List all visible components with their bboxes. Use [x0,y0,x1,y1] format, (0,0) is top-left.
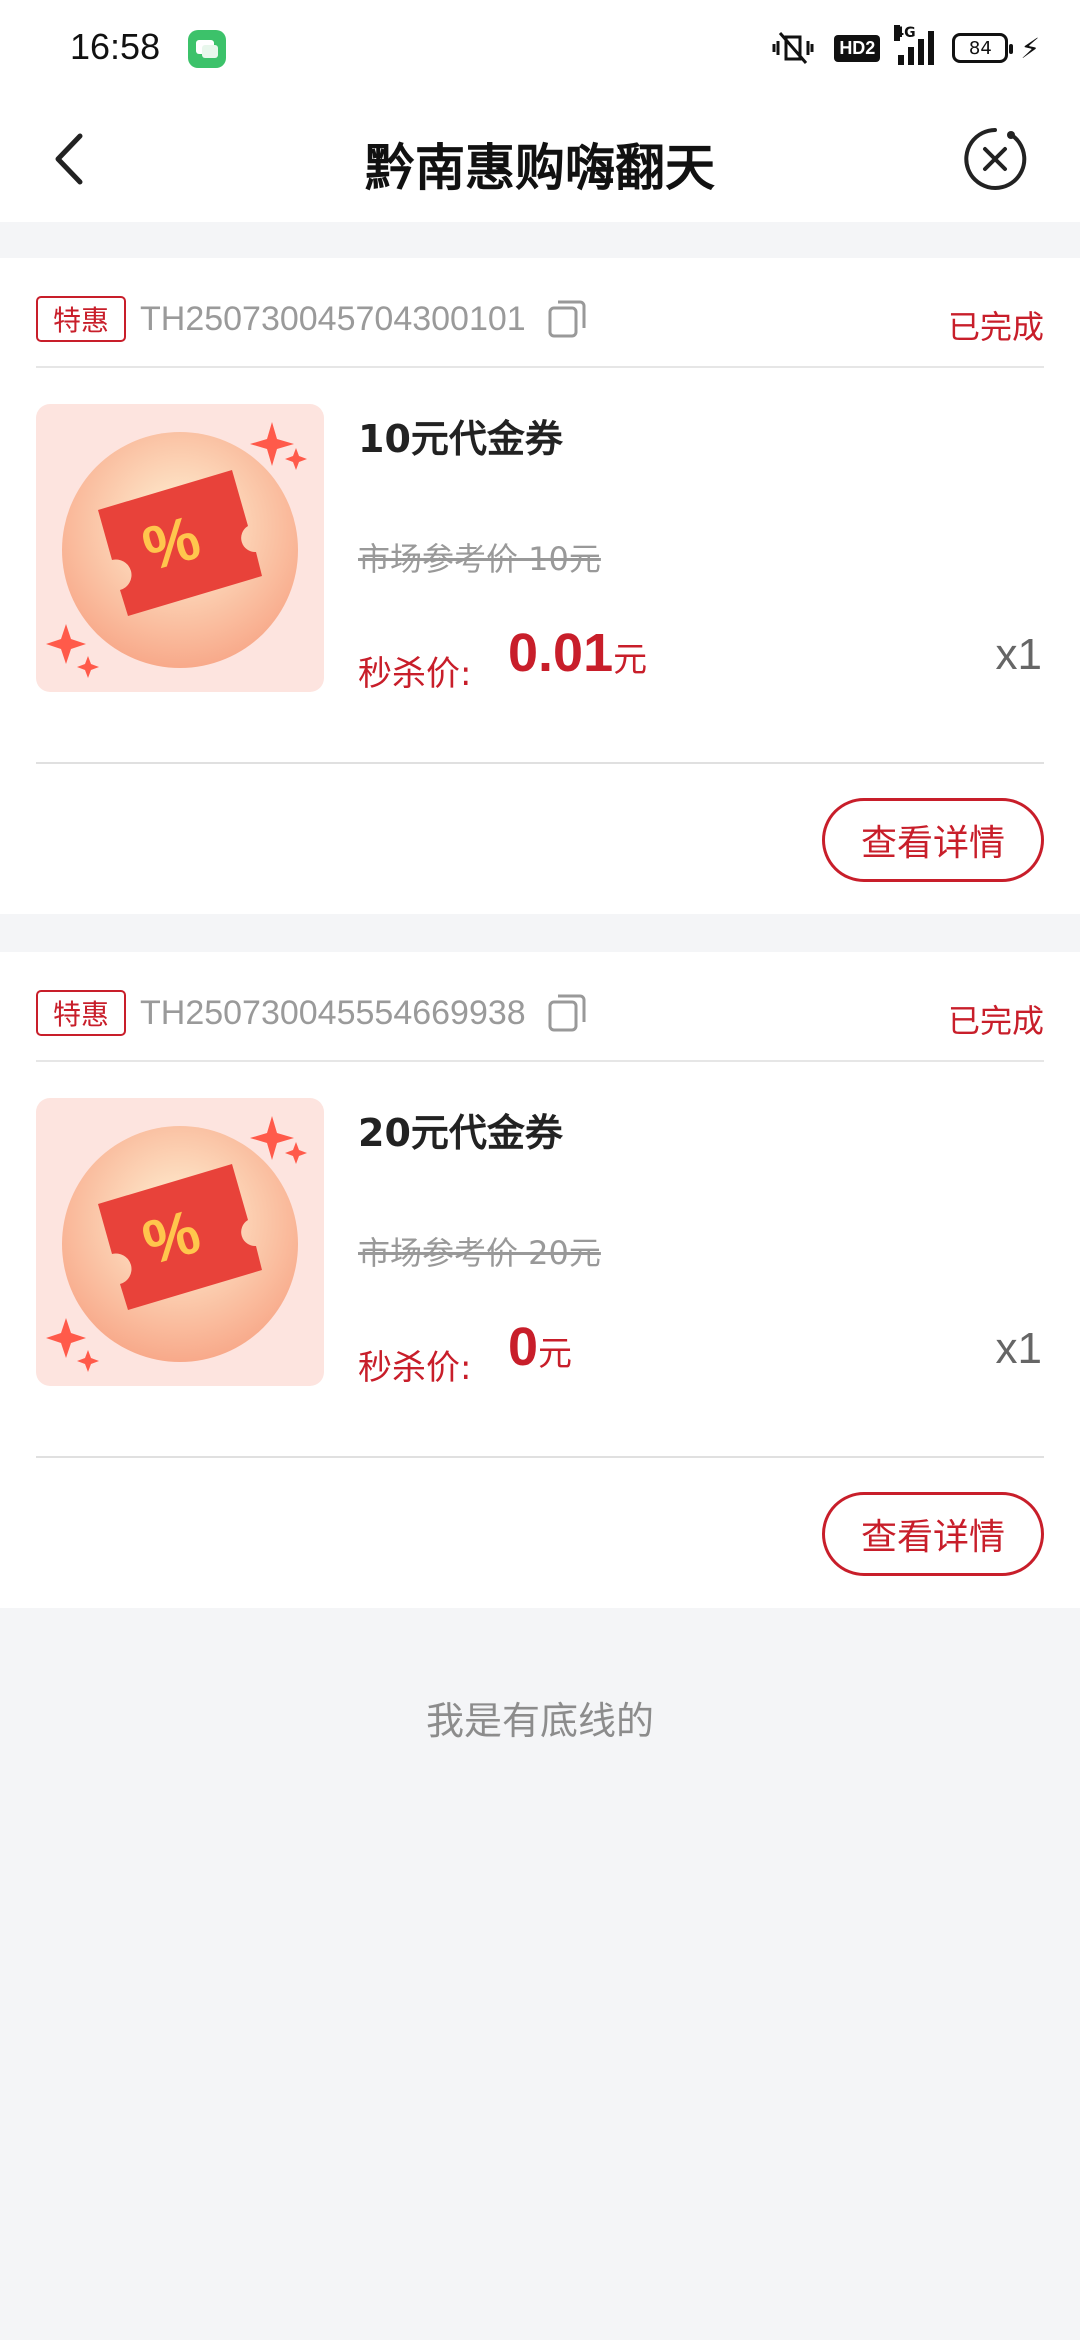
order-header: 特惠 TH250730045704300101 已完成 [36,258,1044,368]
hd-badge: HD2 [834,34,881,62]
quantity: x1 [995,1324,1042,1373]
price-label: 秒杀价: [358,1348,472,1388]
nav-bar: 黔南惠购嗨翻天 [0,96,1080,222]
reference-price: 市场参考价 10元 [358,540,601,578]
price-label: 秒杀价: [358,654,472,694]
divider [36,1456,1044,1458]
copy-icon[interactable] [546,298,588,340]
price-number: 0 [508,1317,539,1377]
product-title: 20元代金券 [358,1111,563,1155]
view-details-button[interactable]: 查看详情 [822,798,1044,882]
vibrate-mute-icon [772,32,814,64]
coupon-ticket-icon: % [46,1116,307,1372]
coupon-ticket-icon: % [46,422,307,678]
order-number: TH250730045554669938 [140,994,526,1032]
price-unit: 元 [538,1334,573,1374]
coupon-thumbnail[interactable]: % [36,404,324,692]
network-type: 4G [894,25,916,41]
order-header: 特惠 TH250730045554669938 已完成 [36,952,1044,1062]
price-value: 0元 [508,1316,572,1378]
reference-price: 市场参考价 20元 [358,1234,601,1272]
battery-level: 84 [968,37,992,59]
coupon-thumbnail[interactable]: % [36,1098,324,1386]
price-unit: 元 [613,640,648,680]
price-number: 0.01 [508,623,614,683]
status-time: 16:58 [70,26,161,67]
battery-icon: 84 [952,33,1014,63]
promo-tag: 特惠 [36,296,126,342]
end-of-list-text: 我是有底线的 [425,1699,654,1743]
copy-icon[interactable] [546,992,588,1034]
order-status: 已完成 [947,1002,1044,1040]
signal-icon: 4G [894,25,935,65]
order-number: TH250730045704300101 [140,300,526,338]
page-title: 黔南惠购嗨翻天 [365,139,715,197]
status-bar: 16:58 HD2 4G 84 ⚡ [0,0,1080,96]
promo-tag: 特惠 [36,990,126,1036]
order-card: 特惠 TH250730045704300101 已完成 % 10元代金券 市场参… [0,258,1080,914]
order-status: 已完成 [947,308,1044,346]
price-value: 0.01元 [508,622,647,684]
divider [36,762,1044,764]
charging-icon: ⚡ [1020,31,1040,65]
product-title: 10元代金券 [358,417,563,461]
close-circle-icon[interactable] [962,126,1028,192]
chat-app-icon [188,30,226,68]
order-card: 特惠 TH250730045554669938 已完成 % 20元代金券 市场参… [0,952,1080,1608]
view-details-button[interactable]: 查看详情 [822,1492,1044,1576]
quantity: x1 [995,630,1042,679]
status-icons: HD2 4G 84 ⚡ [770,25,1040,68]
